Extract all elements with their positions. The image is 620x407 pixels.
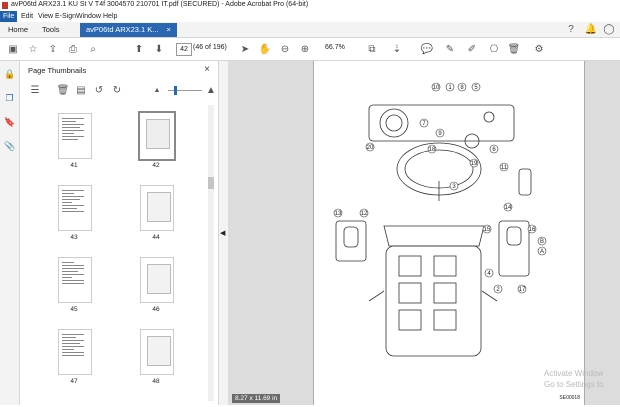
zoom-out-icon[interactable]: ⊖ — [278, 42, 292, 56]
mountain-small-icon: ▲ — [153, 86, 161, 94]
page-thumbnails-icon[interactable]: ❐ — [4, 93, 15, 104]
callout-label: 17 — [519, 287, 526, 293]
thumbnail-page[interactable] — [58, 113, 92, 159]
attachments-icon[interactable]: 📎 — [4, 141, 15, 152]
callout-label: 15 — [484, 227, 491, 233]
thumbnails-panel: Page Thumbnails × ☰ 🗑 ▤ ↺ ↻ ▲ ▲ 41 42 43… — [20, 61, 219, 405]
thumbnail-page[interactable] — [58, 185, 92, 231]
scrollbar-thumb[interactable] — [208, 177, 214, 189]
lock-icon[interactable]: 🔒 — [4, 69, 15, 80]
pdf-app-icon — [2, 2, 8, 9]
menu-help[interactable]: Help — [100, 11, 120, 22]
callout-label: 14 — [505, 205, 512, 211]
select-cursor-icon[interactable]: ➤ — [238, 42, 252, 56]
figure-code: SE00018 — [559, 395, 580, 401]
thumbnail-label: 48 — [152, 378, 160, 385]
tab-home[interactable]: Home — [8, 23, 28, 37]
menu-bar: File Edit View E-Sign Window Help — [0, 11, 620, 22]
search-icon[interactable]: ⌕ — [86, 42, 100, 56]
collapse-arrow-icon[interactable]: ◀ — [220, 229, 225, 237]
scroll-mode-icon[interactable]: ⇣ — [390, 42, 404, 56]
comment-icon[interactable]: 💬 — [420, 42, 434, 56]
panel-close-icon[interactable]: × — [204, 64, 210, 75]
delete-page-icon[interactable]: 🗑 — [56, 83, 70, 97]
highlight-pen-icon[interactable]: ✎ — [443, 42, 457, 56]
previous-page-icon[interactable]: ⬆ — [132, 42, 146, 56]
watermark-line1: Activate Window — [544, 369, 604, 378]
callout-label: 19 — [471, 161, 478, 167]
thumbnail-label: 46 — [152, 306, 160, 313]
thumbnail-label: 45 — [70, 306, 78, 313]
page-fit-icon[interactable]: ⧉ — [365, 42, 379, 56]
hand-tool-icon[interactable]: ✋ — [258, 42, 272, 56]
zoom-in-icon[interactable]: ⊕ — [298, 42, 312, 56]
callout-label: 20 — [367, 145, 374, 151]
thumbnail-label: 42 — [152, 162, 160, 169]
thumbnail-page[interactable] — [58, 329, 92, 375]
thumbnail-page[interactable] — [140, 185, 174, 231]
callout-label: A — [540, 249, 544, 255]
next-page-icon[interactable]: ⬇ — [152, 42, 166, 56]
menu-edit[interactable]: Edit — [18, 11, 36, 22]
draw-icon[interactable]: ✐ — [465, 42, 479, 56]
stamp-icon[interactable]: ⎔ — [487, 42, 501, 56]
save-icon[interactable]: ▣ — [6, 42, 20, 56]
watermark-line2: Go to Settings to — [544, 380, 604, 389]
zoom-level[interactable]: 66.7% — [325, 44, 345, 51]
tab-document-label: avP06td ARX23.1 K... — [86, 25, 159, 34]
callout-label: 13 — [335, 211, 342, 217]
window-title: avP06td ARX23.1 KU St V T4f 3004570 2107… — [11, 1, 309, 8]
panel-collapse-handle[interactable]: ◀ — [219, 61, 228, 405]
tab-document[interactable]: avP06td ARX23.1 K... × — [80, 23, 177, 37]
callout-label: 11 — [501, 165, 508, 171]
tab-close-icon[interactable]: × — [167, 25, 171, 34]
pdf-page: 10 1 8 5 7 9 3 6 20 18 19 11 13 12 14 16… — [313, 61, 585, 405]
tab-bar: Home Tools avP06td ARX23.1 K... × ? 🔔 ◯ — [0, 22, 620, 38]
thumbnail-scrollbar[interactable] — [208, 105, 214, 401]
page-count: (46 of 196) — [193, 44, 227, 51]
thumbnail-label: 44 — [152, 234, 160, 241]
thumbnail-label: 47 — [70, 378, 78, 385]
callout-label: 18 — [429, 147, 436, 153]
menu-file[interactable]: File — [0, 11, 18, 22]
thumbnail-list: 41 42 43 44 45 46 47 48 — [20, 105, 206, 405]
help-icon[interactable]: ? — [564, 22, 578, 36]
toolbar: ▣ ☆ ⇪ ⎙ ⌕ ⬆ ⬇ 42 (46 of 196) ➤ ✋ ⊖ ⊕ 66.… — [0, 38, 620, 61]
page-number-input[interactable]: 42 — [176, 43, 192, 56]
bookmarks-icon[interactable]: 🔖 — [4, 117, 15, 128]
document-viewer[interactable]: 10 1 8 5 7 9 3 6 20 18 19 11 13 12 14 16… — [228, 61, 620, 405]
tractor-controls-diagram: 10 1 8 5 7 9 3 6 20 18 19 11 13 12 14 16… — [333, 82, 547, 357]
tab-tools[interactable]: Tools — [42, 23, 60, 37]
panel-toolbar: ☰ 🗑 ▤ ↺ ↻ ▲ ▲ — [26, 83, 216, 97]
thumbnail-page[interactable] — [58, 257, 92, 303]
trash-icon[interactable]: 🗑 — [507, 42, 521, 56]
mountain-large-icon: ▲ — [206, 84, 216, 96]
slider-knob[interactable] — [174, 86, 177, 95]
more-tools-icon[interactable]: ⚙ — [532, 42, 546, 56]
options-menu-icon[interactable]: ☰ — [28, 83, 42, 97]
left-nav-strip: 🔒 ❐ 🔖 📎 — [0, 61, 20, 405]
callout-label: 10 — [433, 85, 440, 91]
account-icon[interactable]: ◯ — [602, 22, 616, 36]
title-bar: avP06td ARX23.1 KU St V T4f 3004570 2107… — [0, 0, 620, 11]
notifications-icon[interactable]: 🔔 — [584, 22, 598, 36]
upload-icon[interactable]: ⇪ — [46, 42, 60, 56]
bookmark-star-icon[interactable]: ☆ — [26, 42, 40, 56]
thumbnail-page[interactable] — [140, 329, 174, 375]
page-size-indicator: 8.27 x 11.69 in — [232, 394, 281, 403]
callout-label: 16 — [529, 227, 536, 233]
rotate-cw-icon[interactable]: ↻ — [110, 83, 124, 97]
callout-label: 12 — [361, 211, 368, 217]
insert-page-icon[interactable]: ▤ — [74, 83, 88, 97]
thumbnail-label: 41 — [70, 162, 78, 169]
callout-label: B — [540, 239, 544, 245]
thumbnail-page[interactable] — [140, 257, 174, 303]
rotate-ccw-icon[interactable]: ↺ — [92, 83, 106, 97]
thumbnail-page-selected[interactable] — [138, 111, 176, 161]
print-icon[interactable]: ⎙ — [66, 42, 80, 56]
thumbnail-label: 43 — [70, 234, 78, 241]
panel-title: Page Thumbnails — [28, 66, 87, 75]
